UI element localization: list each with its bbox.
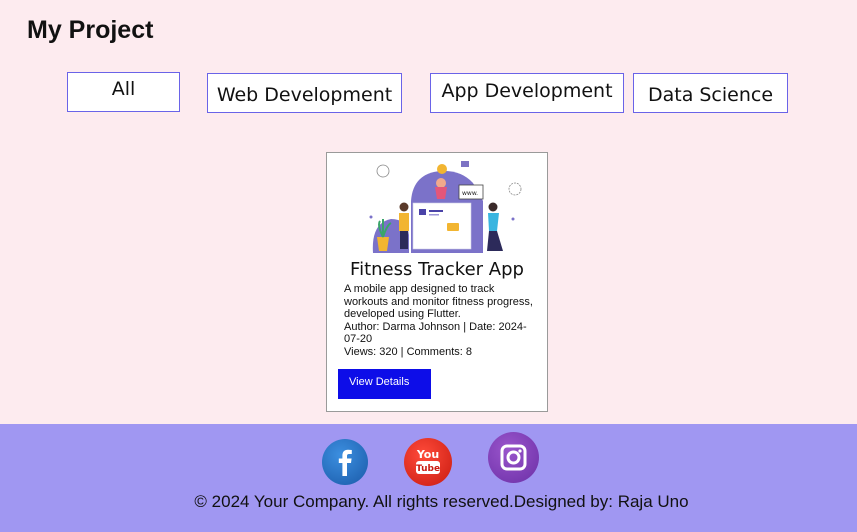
footer: You Tube © 2024 Your Company. All rights… [0,424,857,532]
instagram-glyph [500,444,527,471]
filter-data-science-button[interactable]: Data Science [633,73,788,113]
filter-all-button[interactable]: All [67,72,180,112]
card-description: A mobile app designed to track workouts … [344,283,533,320]
view-details-button[interactable]: View Details [338,369,431,399]
filter-web-development-button[interactable]: Web Development [207,73,402,113]
page-title: My Project [27,16,154,44]
youtube-icon[interactable]: You Tube [404,438,452,486]
card-author-date: Author: Darma Johnson | Date: 2024-07-20 [344,320,527,346]
filter-app-development-button[interactable]: App Development [430,73,624,113]
fitness-app-illustration: www. [369,161,522,253]
youtube-label-bottom: Tube [416,464,440,474]
project-card: www. Fitness Tracker App A mobile app de… [326,152,548,412]
page: My Project All Web Development App Devel… [0,0,857,532]
card-body: A mobile app designed to track workouts … [344,283,534,358]
facebook-glyph [338,449,352,476]
youtube-label-top: You [416,448,439,461]
youtube-glyph: You Tube [416,448,440,474]
footer-copyright: © 2024 Your Company. All rights reserved… [194,492,689,511]
instagram-icon[interactable] [488,432,539,483]
card-views-comments: Views: 320 | Comments: 8 [344,345,472,358]
facebook-icon[interactable] [322,439,368,485]
svg-text:www.: www. [462,190,478,197]
card-title: Fitness Tracker App [350,259,524,280]
